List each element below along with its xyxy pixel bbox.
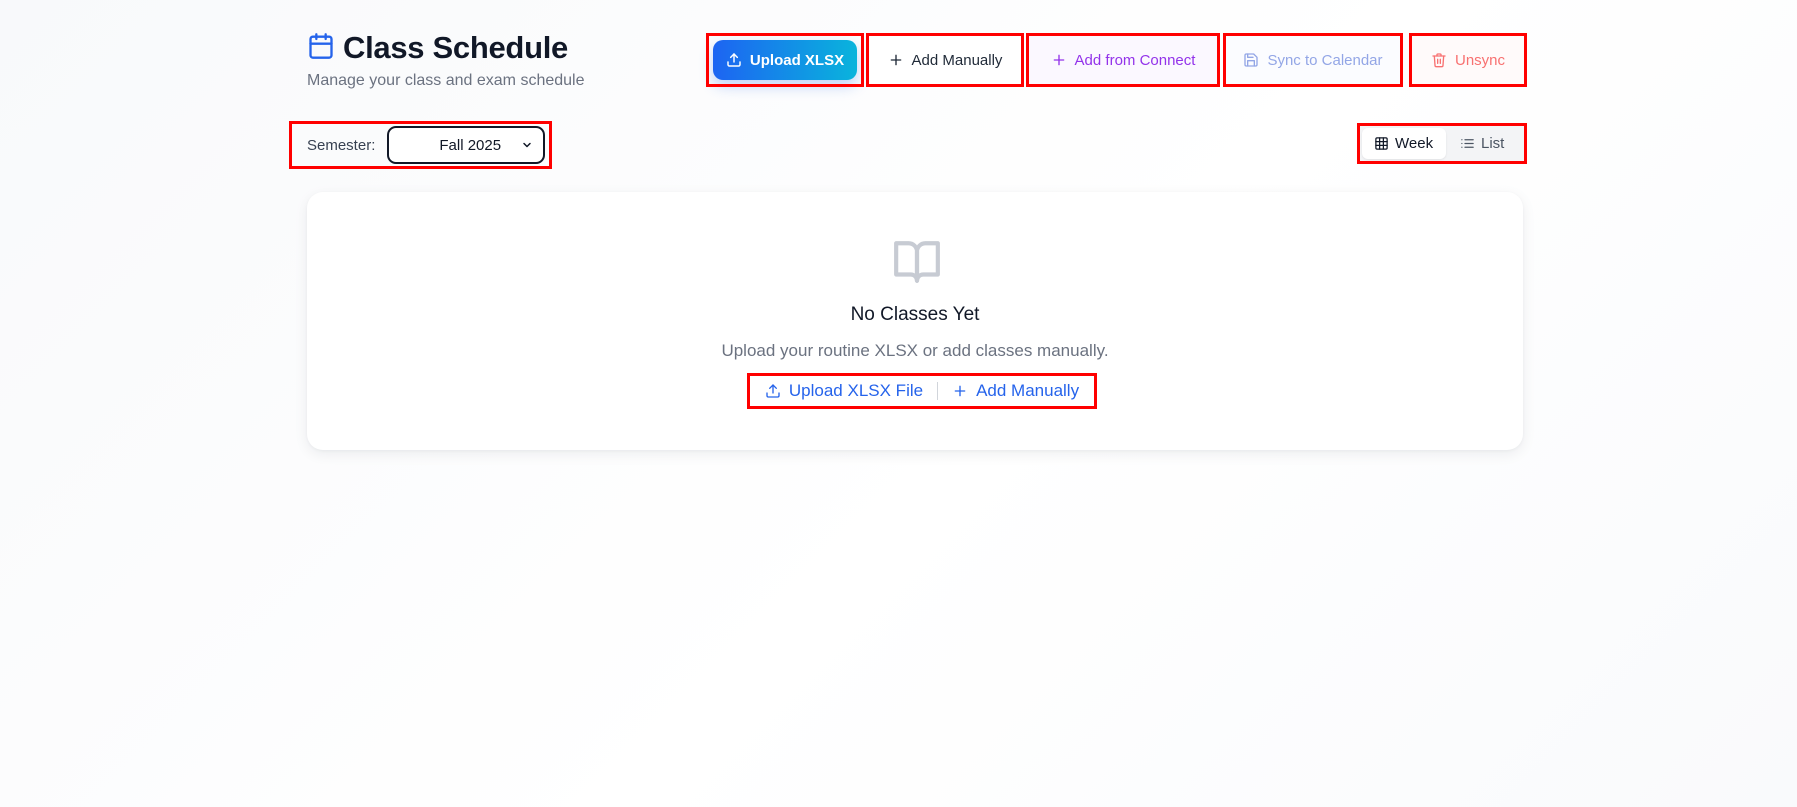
upload-xlsx-file-label: Upload XLSX File — [788, 381, 924, 400]
list-view-button[interactable]: List — [1448, 128, 1522, 159]
plus-icon — [1053, 54, 1064, 66]
book-open-icon — [894, 241, 940, 283]
divider — [937, 382, 939, 400]
unsync-button[interactable]: Unsync — [1409, 33, 1527, 87]
chevron-down-icon — [523, 142, 532, 148]
view-toggle: Week List — [1357, 123, 1527, 164]
unsync-label: Unsync — [1454, 51, 1506, 69]
upload-xlsx-button[interactable]: Upload XLSX — [706, 33, 864, 87]
sync-to-calendar-label: Sync to Calendar — [1267, 51, 1383, 69]
page-subtitle: Manage your class and exam schedule — [307, 72, 585, 89]
add-manually-button[interactable]: Add Manually — [866, 33, 1024, 87]
add-manually-link-label: Add Manually — [976, 381, 1080, 400]
sync-to-calendar-button[interactable]: Sync to Calendar — [1223, 33, 1403, 87]
plus-icon — [954, 385, 966, 397]
calendar-icon — [307, 32, 335, 65]
plus-icon — [890, 54, 901, 66]
title-row: Class Schedule — [307, 30, 585, 66]
upload-xlsx-label: Upload XLSX — [749, 51, 845, 69]
semester-selected-value: Fall 2025 — [439, 136, 502, 154]
semester-selector: Semester: Fall 2025 — [289, 121, 552, 169]
list-icon — [1461, 139, 1474, 148]
upload-xlsx-file-link[interactable]: Upload XLSX File — [765, 381, 923, 401]
empty-state-message: Upload your routine XLSX or add classes … — [721, 341, 1109, 360]
week-view-button[interactable]: Week — [1362, 128, 1446, 159]
grid-icon — [1375, 137, 1388, 150]
page-header: Class Schedule Manage your class and exa… — [307, 30, 585, 90]
add-from-connect-label: Add from Connect — [1074, 51, 1196, 69]
semester-select[interactable]: Fall 2025 — [387, 126, 546, 164]
add-manually-link[interactable]: Add Manually — [952, 381, 1079, 401]
upload-xlsx-button-inner: Upload XLSX — [713, 40, 857, 80]
empty-state-card: No Classes Yet Upload your routine XLSX … — [307, 192, 1523, 450]
add-manually-label: Add Manually — [911, 51, 1003, 69]
save-icon — [1244, 53, 1259, 67]
empty-state-title: No Classes Yet — [850, 304, 980, 325]
list-view-label: List — [1481, 135, 1505, 152]
week-view-label: Week — [1395, 135, 1434, 152]
semester-label: Semester: — [307, 136, 376, 154]
page-title: Class Schedule — [343, 30, 568, 65]
add-from-connect-button[interactable]: Add from Connect — [1026, 33, 1220, 87]
trash-icon — [1432, 53, 1446, 68]
empty-state-actions: Upload XLSX File Add Manually — [747, 373, 1097, 409]
upload-icon — [766, 384, 780, 398]
upload-icon — [727, 53, 741, 67]
